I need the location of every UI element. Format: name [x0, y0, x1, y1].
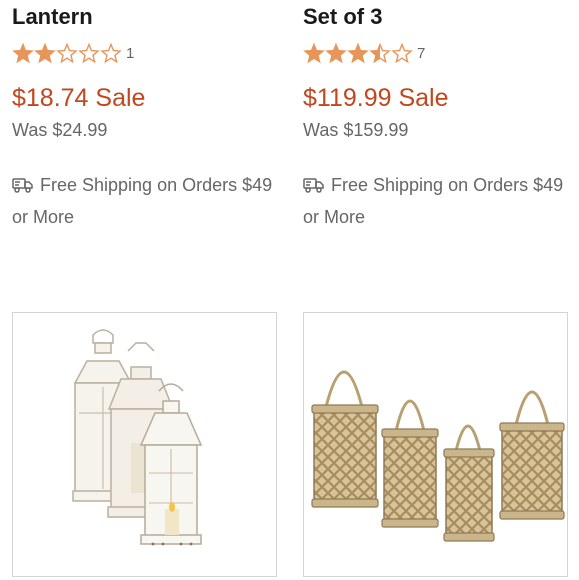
product-image-wicker-lanterns[interactable] — [303, 312, 568, 577]
star-icon — [78, 42, 100, 64]
review-count: 1 — [126, 44, 135, 62]
star-icon — [369, 42, 391, 64]
shipping-text: Free Shipping on Orders $49 or More — [303, 175, 564, 227]
star-icon — [303, 42, 325, 64]
stars — [12, 42, 122, 64]
truck-icon — [12, 174, 34, 203]
star-rating-graphic — [12, 42, 122, 64]
star-icon — [100, 42, 122, 64]
star-rating-graphic — [303, 42, 413, 64]
product-title[interactable]: Set of 3 — [303, 4, 382, 30]
original-price: Was $24.99 — [12, 120, 108, 140]
star-rating[interactable]: 1 — [12, 42, 134, 64]
stars — [303, 42, 413, 64]
product-card-set-of-3[interactable]: Set of 3 7 $119.99 Sale Was $159.99 Free… — [303, 0, 568, 580]
truck-icon — [303, 174, 325, 203]
product-image-lantern[interactable] — [12, 312, 277, 577]
star-rating[interactable]: 7 — [303, 42, 425, 64]
product-card-lantern[interactable]: Lantern 1 $18.74 Sale Was $24.99 Free Sh… — [12, 0, 277, 580]
sale-price: $18.74 Sale — [12, 84, 146, 112]
shipping-text: Free Shipping on Orders $49 or More — [12, 175, 273, 227]
star-icon — [325, 42, 347, 64]
star-icon — [391, 42, 413, 64]
review-count: 7 — [417, 44, 426, 62]
original-price: Was $159.99 — [303, 120, 409, 140]
star-icon — [12, 42, 34, 64]
star-icon — [56, 42, 78, 64]
sale-price: $119.99 Sale — [303, 84, 449, 112]
star-icon — [347, 42, 369, 64]
shipping-info: Free Shipping on Orders $49 or More — [303, 171, 568, 232]
product-title[interactable]: Lantern — [12, 4, 93, 30]
star-icon — [34, 42, 56, 64]
shipping-info: Free Shipping on Orders $49 or More — [12, 171, 277, 232]
